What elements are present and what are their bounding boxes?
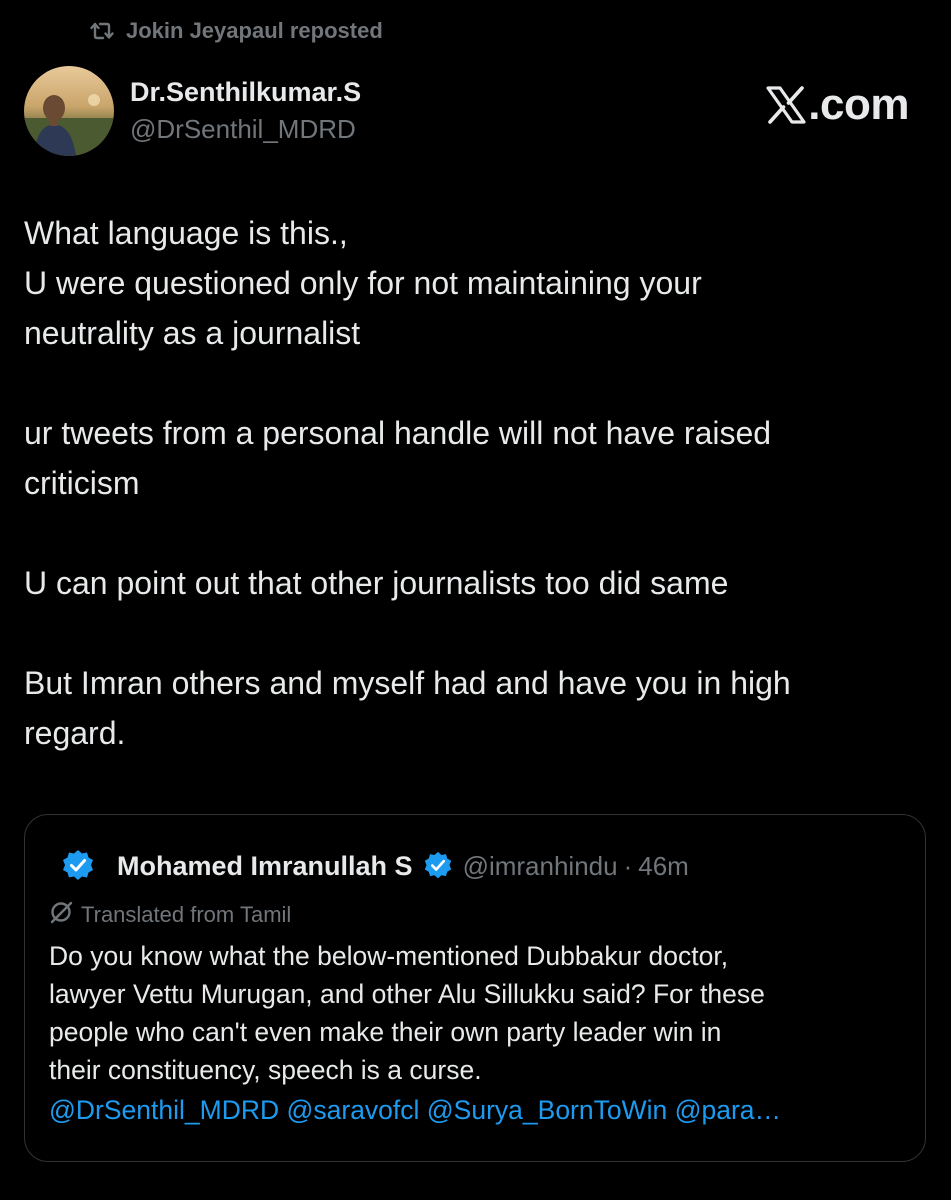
quoted-author-handle[interactable]: @imranhindu [463, 851, 618, 882]
quote-line: lawyer Vettu Murugan, and other Alu Sill… [49, 979, 765, 1009]
x-logo-icon [766, 86, 808, 124]
quoted-tweet-text: Do you know what the below-mentioned Dub… [49, 937, 909, 1089]
author-block[interactable]: Dr.Senthilkumar.S @DrSenthil_MDRD [130, 76, 361, 146]
verified-badge-icon [61, 849, 95, 883]
tweet-line: regard. [24, 715, 126, 751]
avatar[interactable] [24, 66, 114, 156]
translated-label: Translated from Tamil [81, 902, 292, 927]
brand-label: .com [808, 80, 909, 129]
mention-links[interactable]: @DrSenthil_MDRD @saravofcl @Surya_BornTo… [49, 1091, 909, 1129]
repost-label: Jokin Jeyapaul reposted [126, 18, 383, 43]
quoted-timestamp[interactable]: 46m [638, 851, 689, 882]
translate-icon [49, 899, 75, 931]
tweet-line: ur tweets from a personal handle will no… [24, 415, 772, 451]
quoted-tweet-card[interactable]: Mohamed Imranullah S @imranhindu · 46m T… [24, 814, 926, 1162]
quoted-tweet-header: Mohamed Imranullah S @imranhindu · 46m [61, 849, 689, 883]
tweet-line: What language is this., [24, 215, 348, 251]
tweet-line: U can point out that other journalists t… [24, 565, 729, 601]
verified-badge-icon [423, 851, 453, 881]
quote-line: their constituency, speech is a curse. [49, 1055, 482, 1085]
repost-indicator[interactable]: Jokin Jeyapaul reposted [90, 16, 383, 46]
tweet-line: U were questioned only for not maintaini… [24, 265, 702, 301]
quote-line: people who can't even make their own par… [49, 1017, 722, 1047]
author-name[interactable]: Dr.Senthilkumar.S [130, 76, 361, 108]
separator-dot: · [623, 850, 633, 881]
x-com-watermark: .com [766, 80, 909, 130]
repost-icon [90, 20, 114, 42]
tweet-line: criticism [24, 465, 140, 501]
translation-indicator: Translated from Tamil [49, 899, 291, 931]
author-handle[interactable]: @DrSenthil_MDRD [130, 112, 361, 146]
quoted-author-name[interactable]: Mohamed Imranullah S [117, 851, 413, 882]
tweet-line: But Imran others and myself had and have… [24, 665, 791, 701]
quote-line: Do you know what the below-mentioned Dub… [49, 941, 729, 971]
tweet-line: neutrality as a journalist [24, 315, 361, 351]
tweet-text: What language is this., U were questione… [24, 208, 914, 758]
